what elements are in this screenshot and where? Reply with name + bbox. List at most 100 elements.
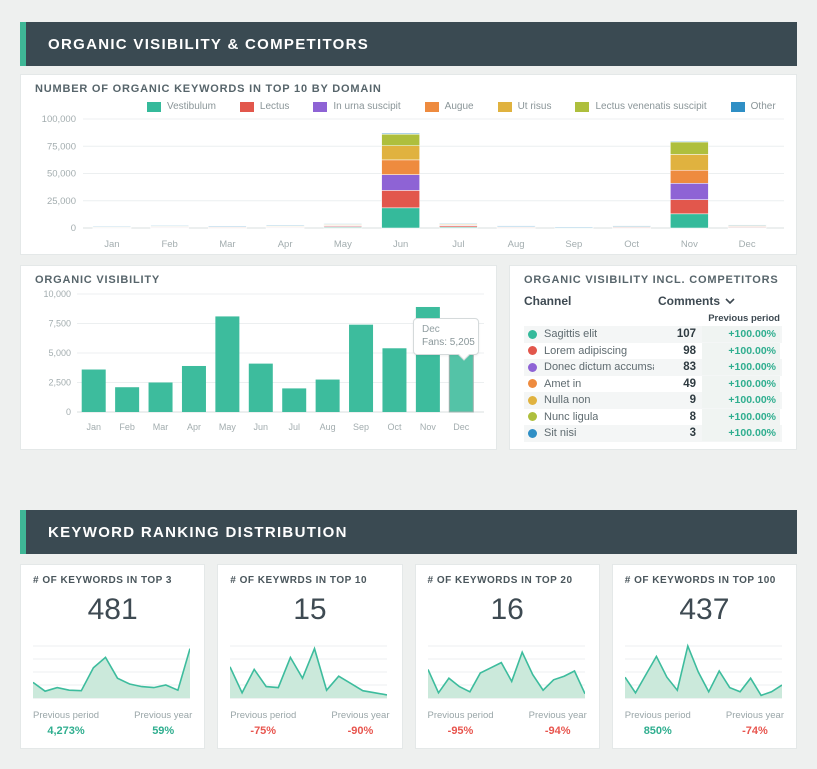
y-tick-label: 25,000 <box>47 196 76 207</box>
bar-segment-other-may[interactable] <box>324 224 362 225</box>
legend-item-vestibulum[interactable]: Vestibulum <box>147 101 216 112</box>
bar-segment-other-jun[interactable] <box>382 133 420 134</box>
bar-segment-other-dec[interactable] <box>728 225 766 226</box>
kpi-comparison-year: Previous year-94% <box>529 710 587 737</box>
bar-segment-other-sep[interactable] <box>555 227 593 228</box>
bar-segment-other-aug[interactable] <box>497 226 535 227</box>
bar-apr[interactable] <box>182 366 206 412</box>
bar-segment-other-feb[interactable] <box>151 226 189 227</box>
bar-mar[interactable] <box>149 383 173 413</box>
legend-item-lectus[interactable]: Lectus <box>240 101 289 112</box>
bar-segment-ut-risus-jun[interactable] <box>382 146 420 160</box>
previous-period-value: -95% <box>428 725 494 737</box>
x-tick-label: Feb <box>161 239 177 250</box>
x-tick-label: Apr <box>278 239 293 250</box>
table-row-amet-in: Amet in49+100.00% <box>524 376 782 393</box>
kpi-card-footer: Previous period -95% Previous year-94% <box>428 710 587 737</box>
x-tick-label: Oct <box>624 239 639 250</box>
bar-segment-augue-jun[interactable] <box>382 160 420 175</box>
x-tick-label: Jun <box>254 422 269 432</box>
kpi-card-title: # OF KEYWORDS IN TOP 100 <box>625 575 784 586</box>
bar-dec[interactable] <box>449 351 473 412</box>
bar-may[interactable] <box>215 316 239 412</box>
previous-period-value: 4,273% <box>33 725 99 737</box>
kpi-comparison-year: Previous year59% <box>134 710 192 737</box>
bar-segment-in-urna-suscipit-jun[interactable] <box>382 175 420 191</box>
column-header-comments[interactable]: Comments <box>658 294 782 308</box>
bar-segment-lectus-jun[interactable] <box>382 190 420 207</box>
previous-year-value: -74% <box>726 725 784 737</box>
chart-legend: Vestibulum Lectus In urna suscipit Augue Ut … <box>147 99 782 114</box>
previous-year-label: Previous year <box>726 710 784 721</box>
kpi-card-footer: Previous period4,273%Previous year59% <box>33 710 192 737</box>
x-tick-label: Aug <box>508 239 525 250</box>
bar-segment-lectus-venenatis-suscipit-jun[interactable] <box>382 134 420 145</box>
kpi-comparison-period: Previous period -95% <box>428 710 494 737</box>
panel-organic-visibility: ORGANIC VISIBILITY 02,5005,0007,50010,00… <box>20 265 497 450</box>
comments-value: 3 <box>654 427 696 439</box>
x-tick-label: Jul <box>452 239 464 250</box>
section-header-organic-visibility: ORGANIC VISIBILITY & COMPETITORS <box>20 22 797 66</box>
section-accent-bar <box>20 510 26 554</box>
kpi-card--of-keywrds-in-top-10: # OF KEYWRDS IN TOP 1015Previous period-… <box>217 564 402 749</box>
kpi-card-title: # OF KEYWORDS IN TOP 20 <box>428 575 587 586</box>
previous-year-label: Previous year <box>331 710 389 721</box>
channel-name: Sagittis elit <box>544 328 597 340</box>
bar-segment-ut-risus-nov[interactable] <box>670 154 708 170</box>
channel-color-dot <box>528 330 537 339</box>
table-row-nunc-ligula: Nunc ligula8+100.00% <box>524 409 782 426</box>
kpi-card--of-keywords-in-top-20: # OF KEYWORDS IN TOP 2016Previous period… <box>415 564 600 749</box>
kpi-sparkline <box>428 636 585 702</box>
bar-segment-other-jan[interactable] <box>93 227 131 228</box>
bar-jun[interactable] <box>249 364 273 412</box>
chevron-down-icon <box>725 298 735 304</box>
channel-cell: Donec dictum accumsan <box>528 361 654 373</box>
previous-year-value: -90% <box>331 725 389 737</box>
bar-segment-lectus-nov[interactable] <box>670 200 708 214</box>
legend-item-ut-risus[interactable]: Ut risus <box>498 101 552 112</box>
organic-visibility-bar-chart: 02,5005,0007,50010,000JanFebMarAprMayJun… <box>35 286 482 436</box>
bar-segment-other-apr[interactable] <box>266 225 304 226</box>
bar-segment-vestibulum-nov[interactable] <box>670 214 708 228</box>
previous-period-change: +100.00% <box>702 359 780 375</box>
bar-segment-other-oct[interactable] <box>613 226 651 227</box>
comments-value: 8 <box>654 411 696 423</box>
bar-jul[interactable] <box>282 388 306 412</box>
x-tick-label: Nov <box>420 422 437 432</box>
previous-period-change: +100.00% <box>702 326 780 342</box>
legend-item-in-urna-suscipit[interactable]: In urna suscipit <box>313 101 400 112</box>
bar-segment-other-mar[interactable] <box>208 226 246 227</box>
legend-item-lectus-venenatis-suscipit[interactable]: Lectus venenatis suscipit <box>575 101 706 112</box>
legend-swatch <box>240 102 254 112</box>
y-tick-label: 2,500 <box>48 378 71 388</box>
legend-item-augue[interactable]: Augue <box>425 101 474 112</box>
previous-period-change: +100.00% <box>702 392 780 408</box>
previous-period-label: Previous period <box>428 710 494 721</box>
sparkline-area <box>33 649 190 698</box>
channel-name: Nulla non <box>544 394 590 406</box>
bar-segment-in-urna-suscipit-nov[interactable] <box>670 183 708 199</box>
column-header-channel[interactable]: Channel <box>524 294 658 308</box>
bar-segment-other-jul[interactable] <box>439 223 477 224</box>
channel-color-dot <box>528 396 537 405</box>
comments-value: 98 <box>654 345 696 357</box>
bar-sep[interactable] <box>349 325 373 412</box>
bar-segment-vestibulum-jun[interactable] <box>382 208 420 228</box>
table-row-donec-dictum-accumsan: Donec dictum accumsan83+100.00% <box>524 359 782 376</box>
panel-title-competitors: ORGANIC VISIBILITY INCL. COMPETITORS <box>524 274 782 286</box>
kpi-card-footer: Previous period850%Previous year-74% <box>625 710 784 737</box>
kpi-card--of-keywords-in-top-3: # OF KEYWORDS IN TOP 3481Previous period… <box>20 564 205 749</box>
legend-swatch <box>147 102 161 112</box>
bar-aug[interactable] <box>316 380 340 412</box>
legend-item-other[interactable]: Other <box>731 101 776 112</box>
bar-segment-other-nov[interactable] <box>670 141 708 142</box>
bar-segment-lectus-venenatis-suscipit-nov[interactable] <box>670 142 708 155</box>
panel-title-organic-visibility: ORGANIC VISIBILITY <box>35 274 482 286</box>
previous-period-value: 850% <box>625 725 691 737</box>
bar-feb[interactable] <box>115 387 139 412</box>
bar-oct[interactable] <box>382 348 406 412</box>
bar-jan[interactable] <box>82 370 106 412</box>
bar-segment-augue-nov[interactable] <box>670 170 708 183</box>
kpi-sparkline <box>230 636 387 702</box>
kpi-cards-row: # OF KEYWORDS IN TOP 3481Previous period… <box>20 564 797 749</box>
